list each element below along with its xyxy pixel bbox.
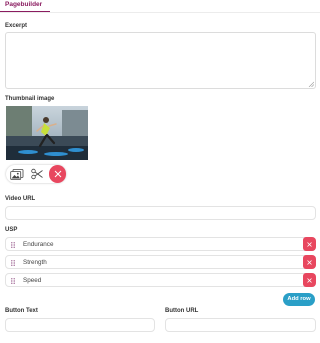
- close-icon: [54, 170, 61, 178]
- drag-handle-icon[interactable]: [7, 275, 19, 287]
- image-toolbar: [6, 165, 66, 183]
- button-url-input[interactable]: [165, 318, 316, 332]
- usp-input[interactable]: Strength: [5, 255, 316, 269]
- thumbnail-label: Thumbnail image: [5, 96, 55, 102]
- video-url-label: Video URL: [5, 196, 36, 202]
- remove-row-button[interactable]: [303, 237, 316, 251]
- thumbnail-image: [6, 106, 88, 160]
- button-text-label: Button Text: [5, 308, 38, 314]
- scissors-icon[interactable]: [27, 165, 47, 183]
- list-item: Endurance: [5, 237, 316, 251]
- usp-input[interactable]: Speed: [5, 273, 316, 287]
- button-url-label: Button URL: [165, 308, 199, 314]
- usp-label: USP: [5, 227, 18, 233]
- close-icon: [307, 241, 312, 247]
- excerpt-textarea[interactable]: [5, 32, 316, 89]
- usp-value: Endurance: [23, 241, 54, 248]
- usp-value: Strength: [23, 259, 47, 266]
- close-icon: [307, 277, 312, 283]
- tab-bar-divider: [0, 12, 320, 13]
- close-icon: [307, 259, 312, 265]
- usp-input[interactable]: Endurance: [5, 237, 316, 251]
- drag-handle-icon[interactable]: [7, 239, 19, 251]
- remove-row-button[interactable]: [303, 255, 316, 269]
- video-url-input[interactable]: [5, 206, 316, 220]
- resize-handle-icon[interactable]: [308, 81, 314, 87]
- drag-handle-icon[interactable]: [7, 257, 19, 269]
- list-item: Strength: [5, 255, 316, 269]
- list-item: Speed: [5, 273, 316, 287]
- add-row-button[interactable]: Add row: [283, 293, 315, 306]
- button-text-input[interactable]: [5, 318, 155, 332]
- remove-image-button[interactable]: [49, 165, 66, 183]
- remove-row-button[interactable]: [303, 273, 316, 287]
- excerpt-label: Excerpt: [5, 23, 28, 29]
- usp-value: Speed: [23, 277, 42, 284]
- image-replace-icon[interactable]: [7, 165, 27, 183]
